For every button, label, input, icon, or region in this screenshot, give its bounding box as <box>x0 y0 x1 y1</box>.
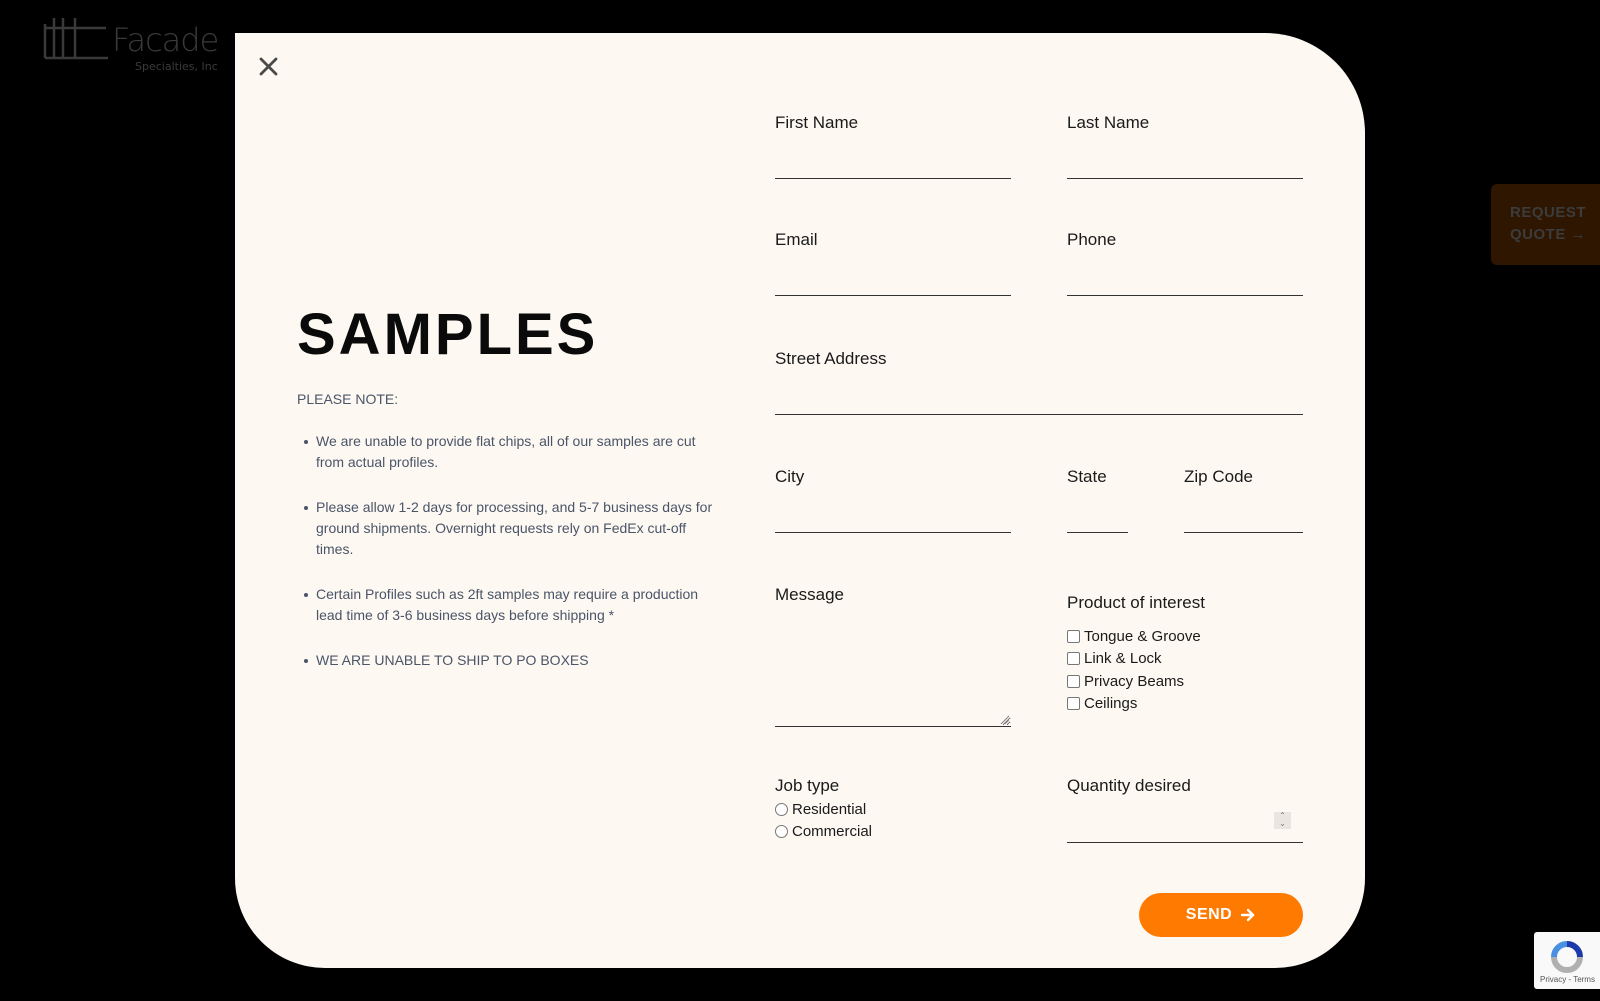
job-type-residential[interactable]: Residential <box>775 798 1011 821</box>
send-button[interactable]: SEND <box>1139 893 1303 937</box>
note-item: We are unable to provide flat chips, all… <box>297 431 717 473</box>
note-item: WE ARE UNABLE TO SHIP TO PO BOXES <box>297 650 717 671</box>
send-label: SEND <box>1185 906 1233 923</box>
job-type-commercial[interactable]: Commercial <box>775 821 1011 844</box>
recaptcha-terms-link[interactable]: Privacy - Terms <box>1540 975 1595 984</box>
note-item: Please allow 1-2 days for processing, an… <box>297 497 717 560</box>
checkbox-label: Tongue & Groove <box>1084 627 1201 645</box>
radio-button[interactable] <box>775 802 788 816</box>
phone-label: Phone <box>1067 230 1117 249</box>
checkbox[interactable] <box>1067 629 1080 643</box>
checkbox[interactable] <box>1067 652 1080 666</box>
first-name-input[interactable] <box>775 148 1011 179</box>
street-address-field: Street Address <box>775 349 1303 415</box>
last-name-field: Last Name <box>1067 113 1303 179</box>
street-address-input[interactable] <box>775 384 1303 415</box>
state-input[interactable] <box>1067 502 1128 533</box>
request-quote-button[interactable]: REQUEST QUOTE → <box>1491 184 1600 265</box>
company-logo[interactable]: Facade Specialties, Inc <box>42 16 222 76</box>
first-name-field: First Name <box>775 113 1011 179</box>
checkbox-label: Ceilings <box>1084 695 1138 713</box>
quantity-field: Quantity desired ⌃ ⌄ <box>1067 776 1303 843</box>
logo-wordmark: Facade <box>112 21 219 59</box>
checkbox[interactable] <box>1067 674 1080 688</box>
street-address-label: Street Address <box>775 349 887 368</box>
radio-button[interactable] <box>775 825 788 839</box>
email-field: Email <box>775 230 1011 296</box>
product-option-tongue-groove[interactable]: Tongue & Groove <box>1067 625 1303 648</box>
product-of-interest-group: Product of interest Tongue & Groove Link… <box>1067 593 1303 715</box>
notes-list: We are unable to provide flat chips, all… <box>297 431 717 671</box>
product-option-privacy-beams[interactable]: Privacy Beams <box>1067 670 1303 693</box>
zip-code-label: Zip Code <box>1184 467 1253 486</box>
state-field: State <box>1067 467 1128 533</box>
quantity-stepper[interactable]: ⌃ ⌄ <box>1274 812 1291 829</box>
chevron-down-icon[interactable]: ⌄ <box>1274 820 1291 828</box>
quantity-label: Quantity desired <box>1067 776 1191 795</box>
job-type-label: Job type <box>775 776 840 795</box>
note-item: Certain Profiles such as 2ft samples may… <box>297 584 717 626</box>
state-label: State <box>1067 467 1107 486</box>
note-label: PLEASE NOTE: <box>297 391 399 407</box>
checkbox-label: Link & Lock <box>1084 650 1162 668</box>
product-option-link-lock[interactable]: Link & Lock <box>1067 648 1303 671</box>
radio-label: Commercial <box>792 823 873 841</box>
message-textarea[interactable] <box>775 626 1011 727</box>
message-label: Message <box>775 585 844 604</box>
email-label: Email <box>775 230 818 249</box>
phone-input[interactable] <box>1067 265 1303 296</box>
logo-mark-icon <box>43 18 108 60</box>
arrow-right-icon <box>1241 908 1255 922</box>
logo-subtitle: Specialties, Inc <box>135 60 218 73</box>
city-input[interactable] <box>775 502 1011 533</box>
request-quote-line1: REQUEST <box>1510 204 1587 221</box>
product-of-interest-label: Product of interest <box>1067 593 1205 612</box>
radio-label: Residential <box>792 800 867 818</box>
phone-field: Phone <box>1067 230 1303 296</box>
request-quote-line2: QUOTE → <box>1510 226 1587 243</box>
page-title: SAMPLES <box>297 302 599 367</box>
zip-code-input[interactable] <box>1184 502 1303 533</box>
job-type-group: Job type Residential Commercial <box>775 776 1011 843</box>
close-icon <box>259 57 278 76</box>
last-name-label: Last Name <box>1067 113 1150 132</box>
email-input[interactable] <box>775 265 1011 296</box>
samples-info: SAMPLES PLEASE NOTE: We are unable to pr… <box>297 303 717 695</box>
message-field: Message <box>775 585 1011 727</box>
samples-modal: SAMPLES PLEASE NOTE: We are unable to pr… <box>235 33 1365 968</box>
last-name-input[interactable] <box>1067 148 1303 179</box>
first-name-label: First Name <box>775 113 859 132</box>
recaptcha-icon <box>1551 941 1583 973</box>
recaptcha-badge[interactable]: Privacy - Terms <box>1534 932 1600 989</box>
checkbox-label: Privacy Beams <box>1084 672 1185 690</box>
checkbox[interactable] <box>1067 697 1080 711</box>
city-field: City <box>775 467 1011 533</box>
product-option-ceilings[interactable]: Ceilings <box>1067 693 1303 716</box>
zip-code-field: Zip Code <box>1184 467 1303 533</box>
close-button[interactable] <box>253 51 283 81</box>
city-label: City <box>775 467 805 486</box>
quantity-input[interactable] <box>1067 812 1303 843</box>
